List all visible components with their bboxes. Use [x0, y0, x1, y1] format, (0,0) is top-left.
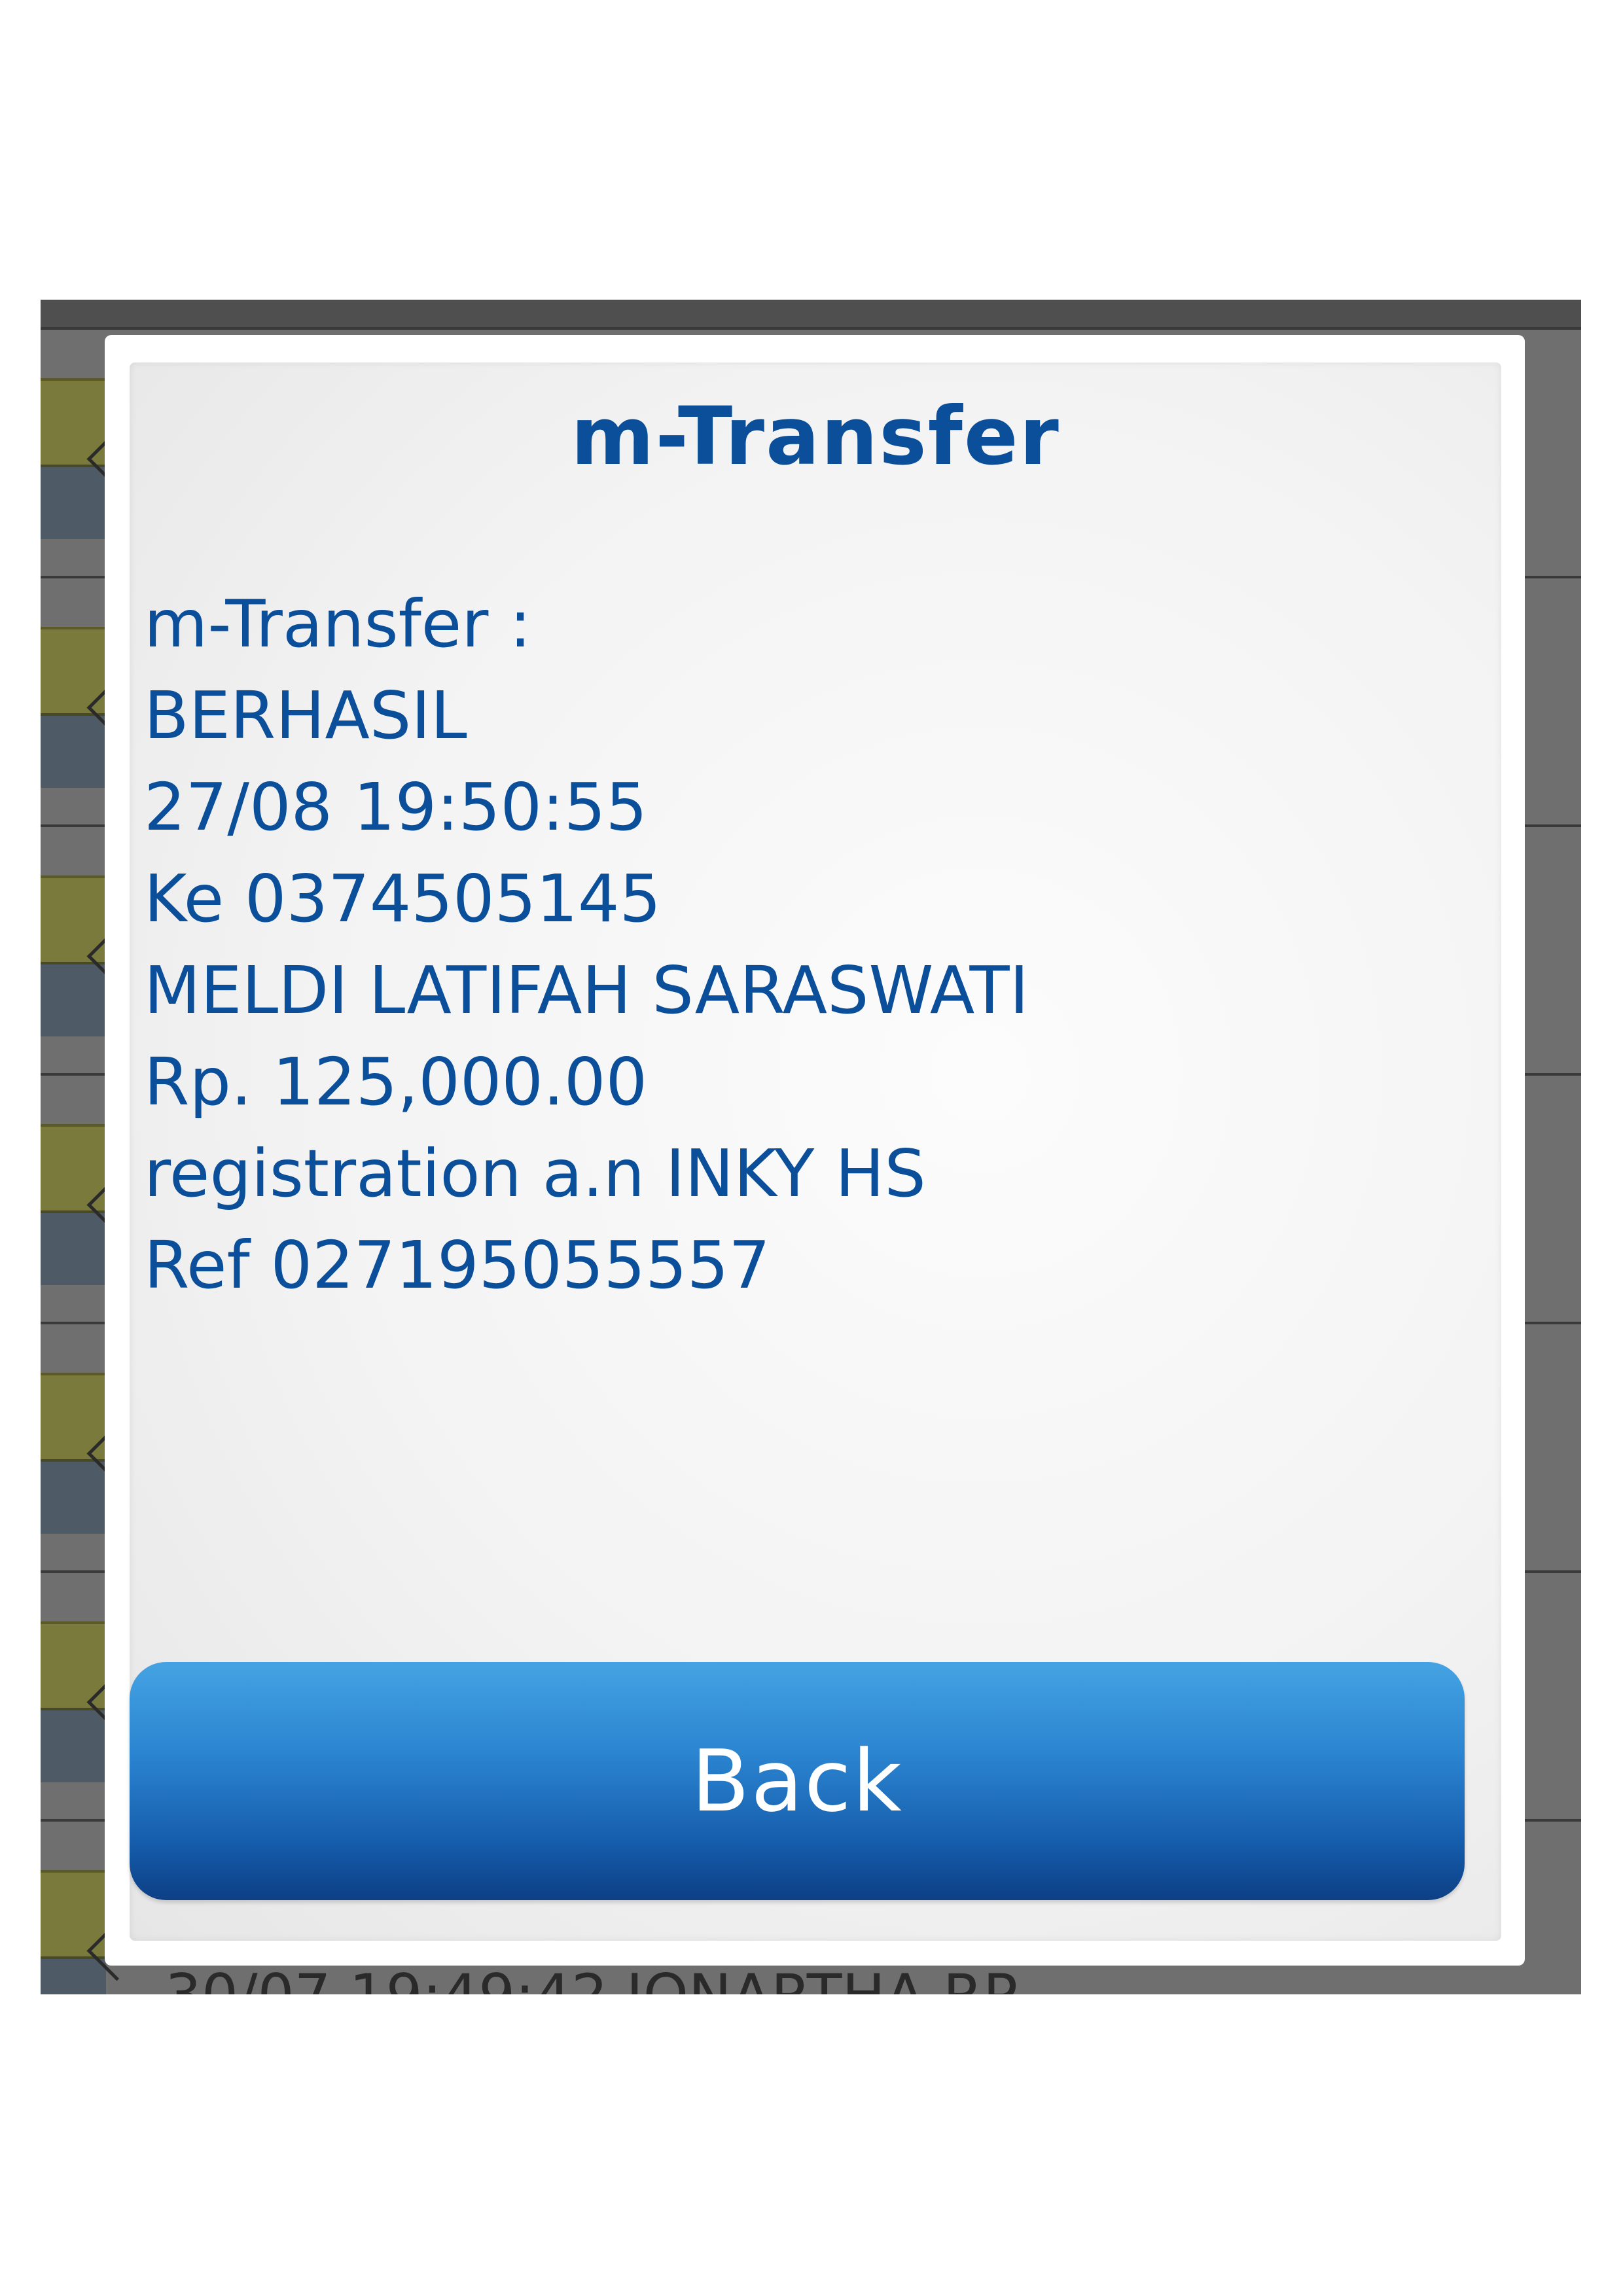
message-line-amount: Rp. 125,000.00 — [144, 1044, 648, 1120]
dialog-title: m-Transfer — [571, 390, 1060, 483]
message-line-destination-account: Ke 0374505145 — [144, 860, 662, 937]
message-line-status: BERHASIL — [144, 677, 467, 754]
message-line-recipient-name: MELDI LATIFAH SARASWATI — [144, 952, 1029, 1029]
status-bar — [41, 300, 1581, 327]
back-button-label: Back — [691, 1731, 903, 1831]
message-line-registration: registration a.n INKY HS — [144, 1135, 926, 1212]
background-row-text: 30/07 19:49:42 JONARTHA RP — [165, 1962, 1018, 1994]
message-line-header: m-Transfer : — [144, 586, 531, 662]
message-line-datetime: 27/08 19:50:55 — [144, 769, 648, 845]
back-button[interactable]: Back — [130, 1662, 1465, 1900]
message-line-reference: Ref 027195055557 — [144, 1227, 770, 1303]
transfer-message: m-Transfer : BERHASIL 27/08 19:50:55 Ke … — [144, 578, 1029, 1311]
